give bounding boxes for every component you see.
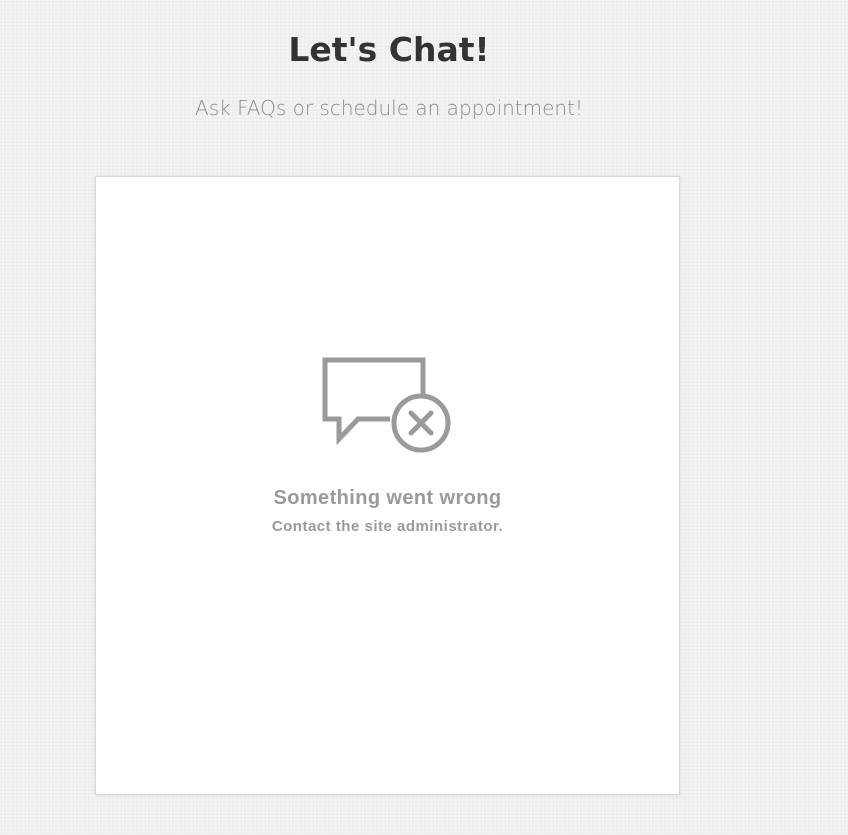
error-title: Something went wrong — [273, 487, 502, 509]
chat-bubble-error-icon — [322, 357, 450, 453]
error-message: Contact the site administrator. — [271, 518, 504, 535]
chat-widget-panel: Something went wrong Contact the site ad… — [95, 176, 680, 795]
error-state: Something went wrong Contact the site ad… — [96, 357, 679, 536]
page-subtitle: Ask FAQs or schedule an appointment! — [195, 96, 583, 120]
page-title: Let's Chat! — [288, 30, 490, 69]
